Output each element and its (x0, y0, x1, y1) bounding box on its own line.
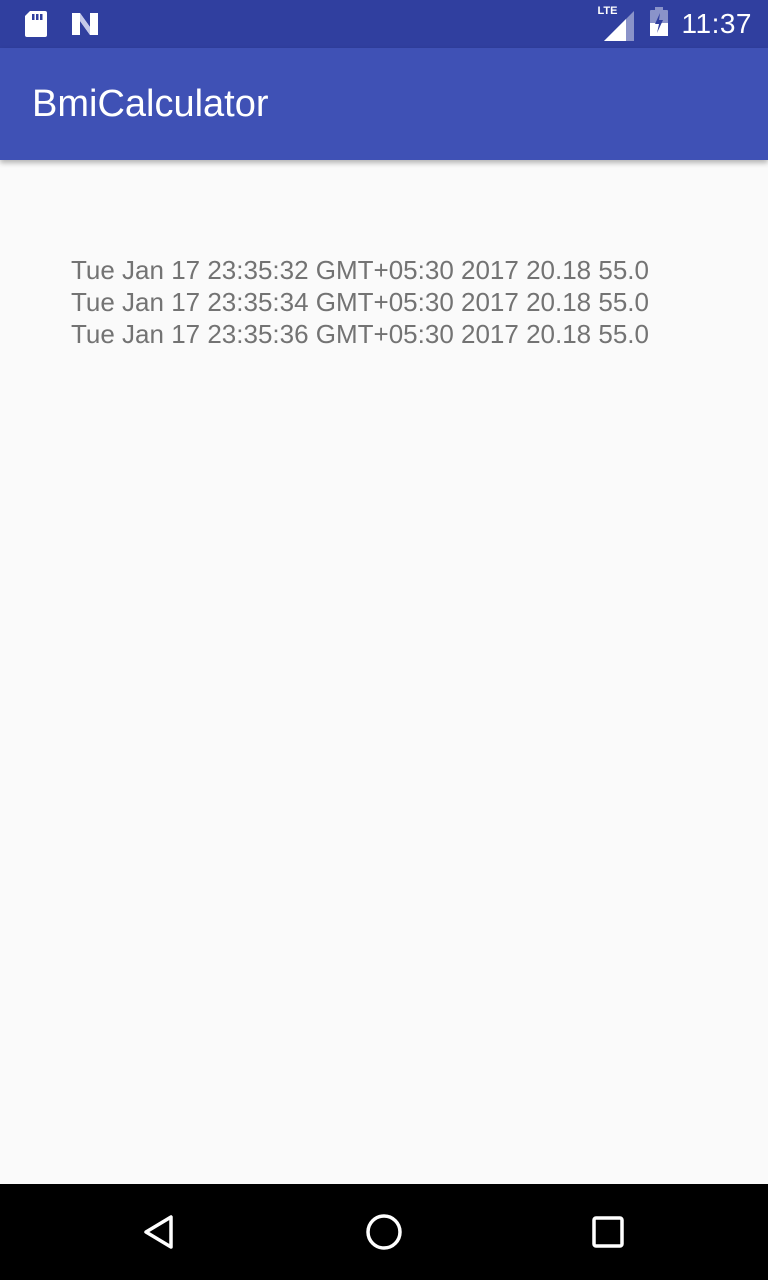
recents-icon (592, 1216, 624, 1248)
battery-charging-icon (648, 6, 670, 42)
lte-signal-icon: LTE (598, 5, 636, 43)
list-item: Tue Jan 17 23:35:32 GMT+05:30 2017 20.18… (71, 255, 649, 285)
back-icon (144, 1215, 173, 1249)
status-bar: LTE 11:37 (0, 0, 768, 48)
main-content: Tue Jan 17 23:35:32 GMT+05:30 2017 20.18… (0, 160, 768, 1184)
bmi-record-list: Tue Jan 17 23:35:32 GMT+05:30 2017 20.18… (71, 254, 649, 350)
n-notification-icon (70, 10, 100, 43)
list-item: Tue Jan 17 23:35:34 GMT+05:30 2017 20.18… (71, 287, 649, 317)
status-left-icons (24, 10, 100, 43)
home-icon (366, 1214, 402, 1250)
list-item: Tue Jan 17 23:35:36 GMT+05:30 2017 20.18… (71, 319, 649, 349)
back-button[interactable] (136, 1208, 184, 1256)
home-button[interactable] (360, 1208, 408, 1256)
status-right-icons: LTE 11:37 (598, 0, 753, 48)
app-title: BmiCalculator (32, 83, 269, 125)
recents-button[interactable] (584, 1208, 632, 1256)
sd-card-icon (24, 10, 48, 43)
clock: 11:37 (681, 8, 752, 39)
app-bar: BmiCalculator (0, 48, 768, 160)
navigation-bar (0, 1184, 768, 1280)
